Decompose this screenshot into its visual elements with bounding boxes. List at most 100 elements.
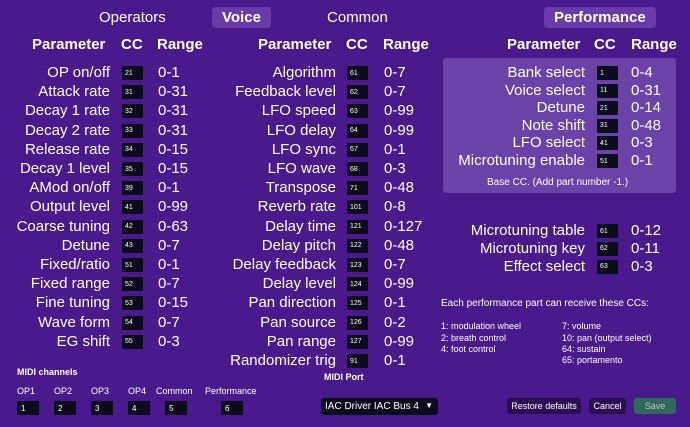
part-cc-right-3: 65: portamento [562, 355, 623, 365]
performance2-row: Microtuning key 62 0-11 [0, 240, 690, 258]
restore-defaults-button[interactable]: Restore defaults [507, 398, 581, 414]
range-label: 0-99 [384, 332, 415, 350]
midi-label-op1: OP1 [17, 386, 36, 396]
range-label: 0-48 [631, 116, 662, 134]
cc-input[interactable]: 31 [597, 118, 618, 133]
cancel-button[interactable]: Cancel [589, 398, 626, 414]
midi-label-common: Common [156, 386, 193, 396]
cc-input[interactable]: 127 [347, 334, 368, 349]
common-parameter-header: Parameter [258, 36, 332, 53]
midi-label-op2: OP2 [54, 386, 73, 396]
parameter-label: Voice select [504, 81, 585, 99]
midi-port-title: MIDI Port [324, 372, 364, 382]
tab-performance[interactable]: Performance [544, 7, 656, 28]
performance-parameter-header: Parameter [507, 36, 581, 53]
range-label: 0-1 [384, 352, 406, 369]
cc-input[interactable]: 101 [347, 200, 368, 215]
midi-label-op4: OP4 [128, 386, 147, 396]
range-label: 0-12 [631, 222, 662, 239]
part-cc-right-0: 7: volume [562, 321, 602, 331]
operators-cc-header: CC [121, 36, 143, 53]
midi-input-common[interactable]: 5 [165, 401, 187, 415]
cc-input[interactable]: 91 [347, 354, 368, 368]
part-cc-right-2: 64: sustain [562, 344, 606, 354]
midi-channels-title: MIDI channels [17, 367, 78, 377]
cc-input[interactable]: 61 [597, 224, 618, 238]
midi-port-value: IAC Driver IAC Bus 4 [325, 401, 419, 412]
range-label: 0-3 [631, 134, 653, 152]
range-label: 0-31 [631, 81, 662, 99]
common-cc-header: CC [346, 36, 368, 53]
range-label: 0-3 [631, 257, 653, 275]
midi-input-op2[interactable]: 2 [54, 401, 76, 415]
operators-parameter-header: Parameter [32, 36, 106, 53]
cc-input[interactable]: 125 [347, 296, 368, 311]
cc-input[interactable]: 62 [597, 241, 618, 256]
save-button[interactable]: Save [634, 398, 676, 414]
tab-voice[interactable]: Voice [212, 7, 271, 28]
performance-row: Note shift 31 0-48 [0, 117, 690, 135]
parameter-label: Effect select [503, 257, 585, 275]
parameter-label: Transpose [265, 179, 336, 197]
performance-row: LFO select 41 0-3 [0, 134, 690, 152]
performance-row: Microtuning enable 51 0-1 [0, 152, 690, 170]
cc-input[interactable]: 11 [597, 83, 618, 98]
parameter-label: Detune [536, 99, 585, 117]
range-label: 0-2 [384, 313, 406, 331]
range-label: 0-1 [384, 294, 406, 312]
common-row: Delay level 124 0-99 [0, 275, 690, 293]
performance2-row: Microtuning table 61 0-12 [0, 222, 690, 240]
parameter-label: Randomizer trig [230, 352, 336, 369]
parameter-label: Pan source [260, 313, 336, 331]
performance-row: Voice select 11 0-31 [0, 82, 690, 100]
range-label: 0-8 [384, 198, 406, 216]
common-range-header: Range [383, 36, 429, 53]
parameter-label: Note shift [521, 116, 585, 134]
range-label: 0-1 [631, 152, 653, 169]
range-label: 0-48 [384, 179, 415, 197]
tab-operators[interactable]: Operators [99, 9, 166, 26]
part-cc-left-0: 1: modulation wheel [441, 321, 522, 331]
parameter-label: Delay level [262, 275, 336, 293]
range-label: 0-11 [631, 239, 660, 257]
parameter-label: LFO select [512, 134, 585, 152]
midi-input-op3[interactable]: 3 [91, 401, 113, 415]
midi-label-op3: OP3 [91, 386, 110, 396]
part-cc-left-2: 4: foot control [441, 344, 496, 354]
parameter-label: Pan range [266, 332, 336, 350]
range-label: 0-4 [631, 64, 653, 81]
common-row: Reverb rate 101 0-8 [0, 198, 690, 216]
performance-row: Detune 21 0-14 [0, 99, 690, 117]
chevron-down-icon: ▼ [425, 401, 433, 410]
range-label: 0-14 [631, 99, 662, 117]
midi-label-performance: Performance [205, 386, 257, 396]
part-cc-left-1: 2: breath control [441, 333, 507, 343]
cc-input[interactable]: 63 [597, 259, 618, 274]
part-cc-title: Each performance part can receive these … [441, 298, 649, 309]
midi-input-op4[interactable]: 4 [128, 401, 150, 415]
cc-input[interactable]: 124 [347, 277, 368, 292]
parameter-label: Reverb rate [257, 198, 336, 216]
parameter-label: Pan direction [248, 294, 336, 312]
parameter-label: Microtuning key [479, 239, 585, 257]
cc-input[interactable]: 1 [597, 66, 618, 80]
performance-row: Bank select 1 0-4 [0, 64, 690, 82]
performance-cc-header: CC [594, 36, 616, 53]
performance-range-header: Range [631, 36, 677, 53]
performance2-row: Effect select 63 0-3 [0, 258, 690, 276]
midi-port-select[interactable]: IAC Driver IAC Bus 4 ▼ [321, 398, 438, 415]
parameter-label: Microtuning enable [458, 152, 585, 169]
cc-input[interactable]: 126 [347, 315, 368, 330]
tab-common[interactable]: Common [327, 9, 388, 26]
range-label: 0-99 [384, 275, 415, 293]
cc-input[interactable]: 21 [597, 101, 618, 116]
parameter-label: Bank select [507, 64, 585, 81]
performance-note: Base CC. (Add part number -1.) [487, 177, 629, 188]
midi-input-performance[interactable]: 6 [221, 401, 243, 415]
cc-input[interactable]: 51 [597, 154, 618, 168]
cc-input[interactable]: 71 [347, 181, 368, 196]
midi-input-op1[interactable]: 1 [17, 401, 39, 415]
part-cc-right-1: 10: pan (output select) [562, 333, 652, 343]
parameter-label: Microtuning table [470, 222, 585, 239]
cc-input[interactable]: 41 [597, 136, 618, 151]
